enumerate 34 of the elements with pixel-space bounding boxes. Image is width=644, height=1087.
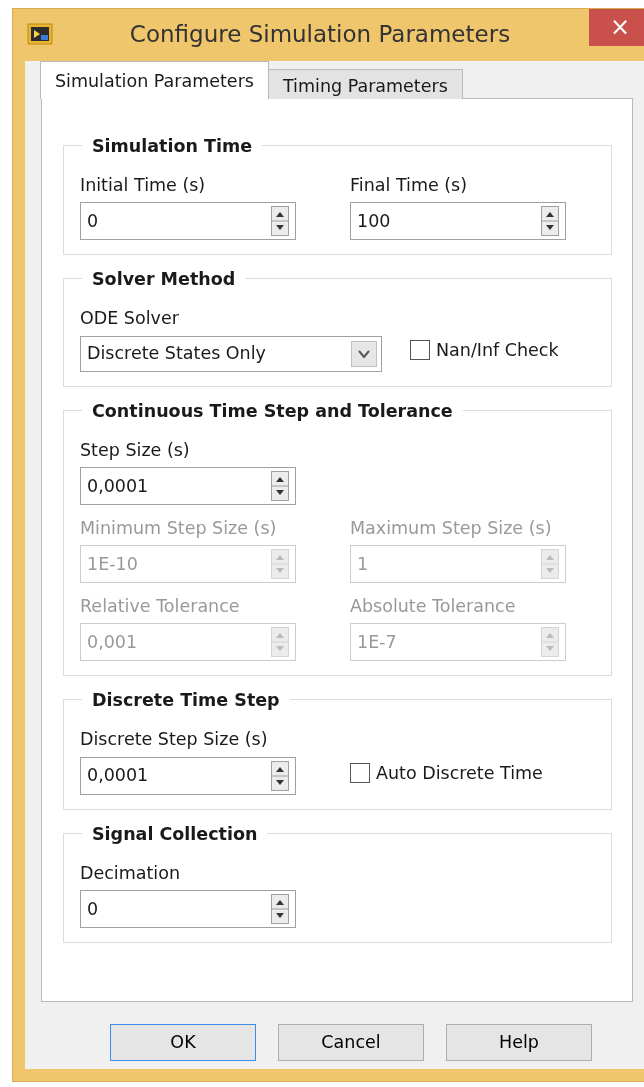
spin-arrows-icon[interactable] [271,760,289,791]
dropdown-caret-icon[interactable] [351,340,377,367]
spin-arrows-icon[interactable] [271,206,289,237]
spin-field[interactable]: 0 [80,202,296,241]
field-label: ODE Solver [80,307,180,331]
close-button[interactable]: × [589,9,644,46]
spin-arrows-icon[interactable] [271,893,289,924]
field-label: Step Size (s) [80,438,191,462]
dialog-button[interactable]: OK [110,1024,256,1061]
window-title: Configure Simulation Parameters [128,19,512,49]
dialog-button[interactable]: Help [446,1024,592,1061]
spin-arrows-icon[interactable] [271,470,289,501]
checkbox-label: Nan/Inf Check [436,339,559,363]
spin-field[interactable]: 0,0001 [80,466,296,505]
field-label: Discrete Step Size (s) [80,728,269,752]
field-label: Absolute Tolerance [350,595,517,618]
field-label: Maximum Step Size (s) [350,516,553,540]
dropdown-field[interactable]: Discrete States Only [80,335,382,372]
spin-field[interactable]: 0,0001 [80,756,296,795]
field-label: Final Time (s) [350,174,469,197]
dialog-button[interactable]: Cancel [278,1024,424,1061]
field-label: Initial Time (s) [80,174,207,197]
tab[interactable]: Timing Parameters [267,69,463,99]
checkbox-label: Auto Discrete Time [376,762,543,786]
spin-arrows-icon[interactable] [541,206,559,237]
spin-field[interactable]: 100 [350,202,566,241]
checkbox[interactable] [350,763,370,784]
field-label: Decimation [80,861,182,885]
checkbox[interactable] [410,340,430,361]
spin-field[interactable]: 0 [80,889,296,928]
field-label: Minimum Step Size (s) [80,516,278,540]
field-label: Relative Tolerance [80,595,241,618]
tab[interactable]: Simulation Parameters [40,61,269,99]
app-icon [27,23,53,45]
